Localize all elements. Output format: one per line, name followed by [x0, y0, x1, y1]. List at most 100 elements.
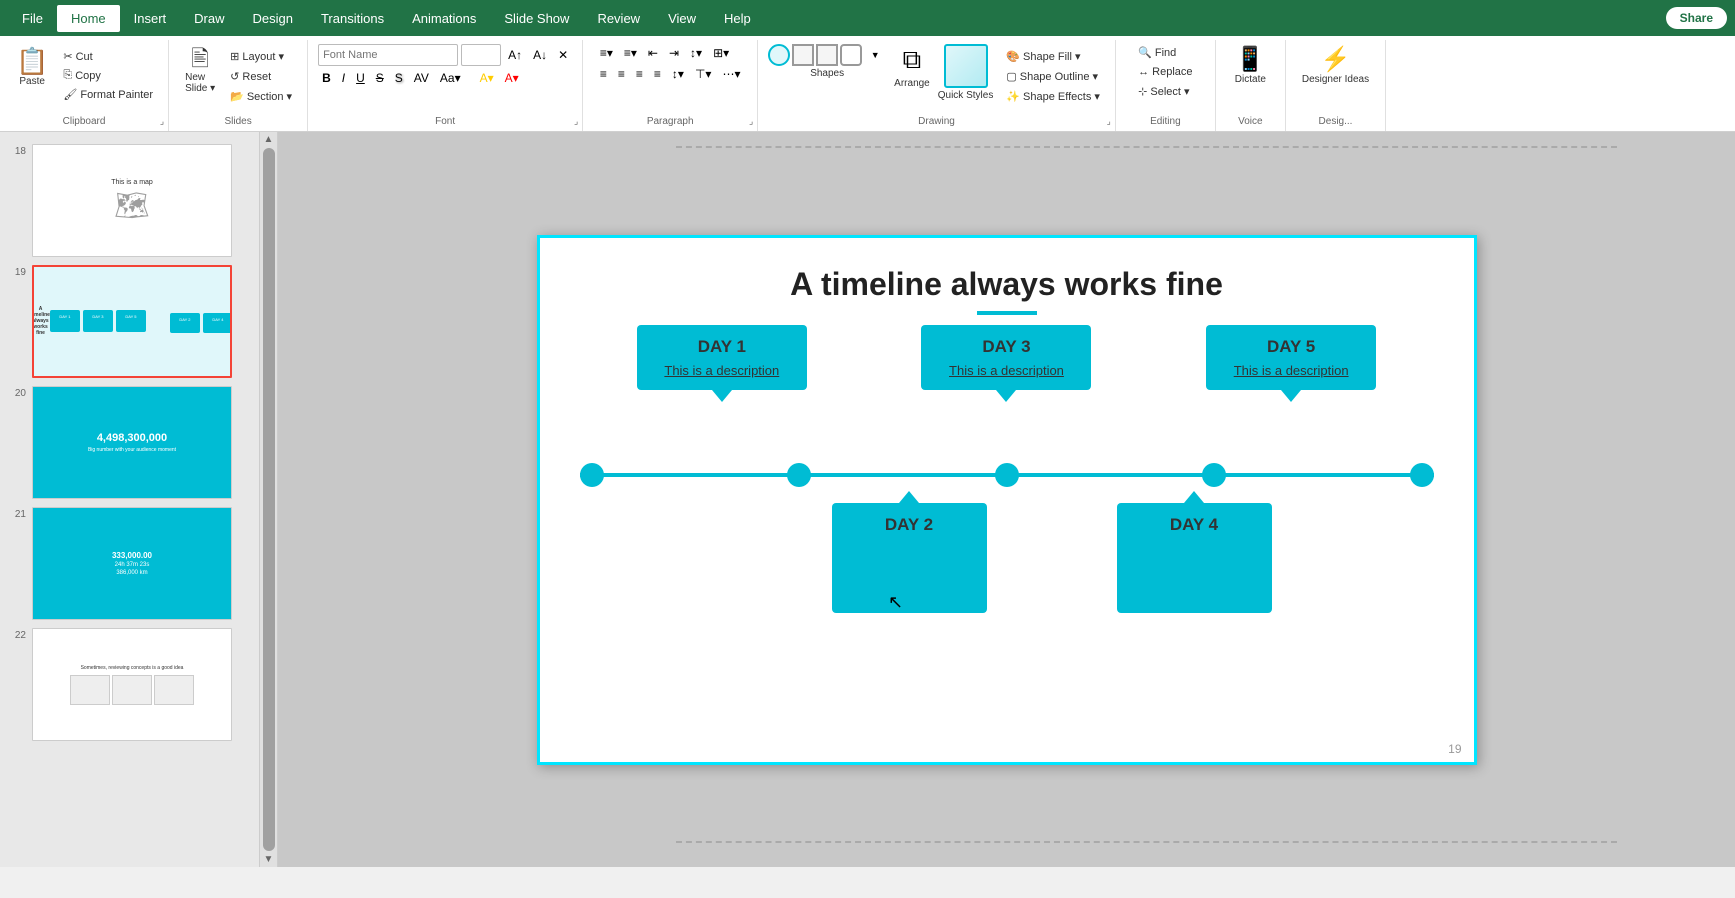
- font-expand-icon[interactable]: ⌟: [574, 116, 578, 127]
- scroll-thumb[interactable]: [263, 148, 275, 851]
- slide-thumb-21[interactable]: 21 333,000.00 24h 37m 23s 386,000 km: [0, 503, 259, 624]
- slide-title: A timeline always works fine: [540, 266, 1474, 303]
- tab-help[interactable]: Help: [710, 5, 765, 32]
- tab-view[interactable]: View: [654, 5, 710, 32]
- align-center-button[interactable]: ≡: [614, 65, 629, 83]
- shape-rect3[interactable]: [840, 44, 862, 66]
- drawing-expand-icon[interactable]: ⌟: [1107, 116, 1111, 127]
- add-cols-button[interactable]: ⊞▾: [709, 44, 733, 62]
- thumb-21-label: 333,000.00: [112, 551, 152, 560]
- increase-font-button[interactable]: A↑: [504, 46, 526, 64]
- editing-group-label: Editing: [1116, 116, 1215, 127]
- font-name-input[interactable]: [318, 44, 458, 66]
- thumb-20-sublabel: Big number with your audience moment: [88, 447, 176, 453]
- strikethrough-button[interactable]: S: [372, 69, 388, 87]
- layout-button[interactable]: ⊞ Layout ▾: [225, 48, 297, 65]
- font-size-input[interactable]: 10.5: [461, 44, 501, 66]
- scroll-down-arrow[interactable]: ▼: [264, 854, 274, 865]
- replace-button[interactable]: ↔ Replace: [1133, 64, 1197, 80]
- justify-button[interactable]: ≡: [650, 65, 665, 83]
- day3-desc: This is a description: [939, 363, 1073, 378]
- arrange-label[interactable]: Arrange: [894, 78, 930, 89]
- shadow-button[interactable]: S: [391, 69, 407, 87]
- underline-button[interactable]: U: [352, 69, 369, 87]
- font-group-label: Font: [308, 116, 582, 127]
- tab-design[interactable]: Design: [239, 5, 307, 32]
- paste-button[interactable]: 📋 Paste: [10, 44, 54, 91]
- day1-arrow: [712, 390, 732, 402]
- tab-draw[interactable]: Draw: [180, 5, 238, 32]
- section-button[interactable]: 📂 Section ▾: [225, 88, 297, 105]
- canvas-area: A timeline always works fine DAY 1 This …: [278, 132, 1735, 867]
- title-underline: [977, 311, 1037, 315]
- change-case-button[interactable]: Aa▾: [436, 69, 465, 87]
- shape-oval[interactable]: [768, 44, 790, 66]
- tab-animations[interactable]: Animations: [398, 5, 490, 32]
- paragraph-group-label: Paragraph: [583, 116, 757, 127]
- char-spacing-button[interactable]: AV: [410, 69, 433, 87]
- slides-group-label: Slides: [169, 116, 307, 127]
- designer-group-label: Desig...: [1286, 116, 1385, 127]
- tab-slideshow[interactable]: Slide Show: [490, 5, 583, 32]
- copy-button[interactable]: ⎘ Copy: [58, 67, 158, 84]
- day3-label: DAY 3: [939, 337, 1073, 357]
- decrease-font-button[interactable]: A↓: [529, 46, 551, 64]
- day3-arrow: [996, 390, 1016, 402]
- share-button[interactable]: Share: [1666, 7, 1727, 29]
- tab-transitions[interactable]: Transitions: [307, 5, 398, 32]
- clipboard-expand-icon[interactable]: ⌟: [160, 116, 164, 127]
- drawing-group-label: Drawing: [758, 116, 1115, 127]
- day4-box: DAY 4: [1117, 503, 1272, 613]
- designer-button[interactable]: ⚡ Designer Ideas: [1296, 44, 1375, 89]
- align-text-button[interactable]: ⊤▾: [691, 65, 715, 83]
- decrease-indent-button[interactable]: ⇤: [644, 44, 662, 62]
- shape-fill-button[interactable]: 🎨 Shape Fill ▾: [1001, 48, 1105, 65]
- shape-more[interactable]: ▼: [864, 44, 886, 66]
- day4-arrow: [1184, 491, 1204, 503]
- numbering-button[interactable]: ≡▾: [620, 44, 641, 62]
- thumb-22-label: Sometimes, reviewing concepts is a good …: [70, 665, 194, 671]
- quick-styles-icon: [944, 44, 988, 88]
- line-spacing-button[interactable]: ↕▾: [686, 44, 706, 62]
- slide-thumb-19[interactable]: 19 A timeline always works fine DAY 1 DA…: [0, 261, 259, 382]
- align-right-button[interactable]: ≡: [632, 65, 647, 83]
- dot-1: [580, 463, 604, 487]
- shape-rect[interactable]: [792, 44, 814, 66]
- smartart-button[interactable]: ⋯▾: [718, 65, 744, 83]
- thumb-18-label: This is a map: [111, 179, 153, 186]
- clear-format-button[interactable]: ✕: [554, 46, 572, 64]
- italic-button[interactable]: I: [338, 69, 349, 87]
- shape-effects-button[interactable]: ✨ Shape Effects ▾: [1001, 88, 1105, 105]
- font-color-button[interactable]: A▾: [501, 69, 523, 87]
- day5-box: DAY 5 This is a description: [1206, 325, 1376, 390]
- scroll-up-arrow[interactable]: ▲: [264, 134, 274, 145]
- bullets-button[interactable]: ≡▾: [596, 44, 617, 62]
- shape-outline-button[interactable]: ▢ Shape Outline ▾: [1001, 68, 1105, 85]
- highlight-color-button[interactable]: A▾: [476, 69, 498, 87]
- bold-button[interactable]: B: [318, 69, 335, 87]
- reset-button[interactable]: ↺ Reset: [225, 68, 297, 85]
- dictate-button[interactable]: 📱 Dictate: [1229, 44, 1272, 89]
- paragraph-expand-icon[interactable]: ⌟: [749, 116, 753, 127]
- tab-insert[interactable]: Insert: [120, 5, 181, 32]
- dot-3: [995, 463, 1019, 487]
- tab-home[interactable]: Home: [57, 5, 120, 32]
- quick-styles-label[interactable]: Quick Styles: [938, 90, 994, 101]
- new-slide-button[interactable]: 🖹 NewSlide ▾: [179, 44, 221, 98]
- format-painter-button[interactable]: 🖌 Format Painter: [58, 86, 158, 103]
- text-direction-button[interactable]: ↕▾: [668, 65, 688, 83]
- slide-thumb-22[interactable]: 22 Sometimes, reviewing concepts is a go…: [0, 624, 259, 745]
- thumb-20-label: 4,498,300,000: [88, 432, 176, 444]
- find-button[interactable]: 🔍 Find: [1133, 44, 1181, 61]
- shape-rect2[interactable]: [816, 44, 838, 66]
- cut-button[interactable]: ✂ Cut: [58, 48, 158, 65]
- slide-thumb-20[interactable]: 20 4,498,300,000 Big number with your au…: [0, 382, 259, 503]
- increase-indent-button[interactable]: ⇥: [665, 44, 683, 62]
- day1-label: DAY 1: [655, 337, 789, 357]
- tab-file[interactable]: File: [8, 5, 57, 32]
- select-button[interactable]: ⊹ Select ▾: [1133, 83, 1194, 100]
- thumb-21-label3: 386,000 km: [112, 570, 152, 576]
- tab-review[interactable]: Review: [583, 5, 654, 32]
- slide-thumb-18[interactable]: 18 This is a map 🗺: [0, 140, 259, 261]
- align-left-button[interactable]: ≡: [596, 65, 611, 83]
